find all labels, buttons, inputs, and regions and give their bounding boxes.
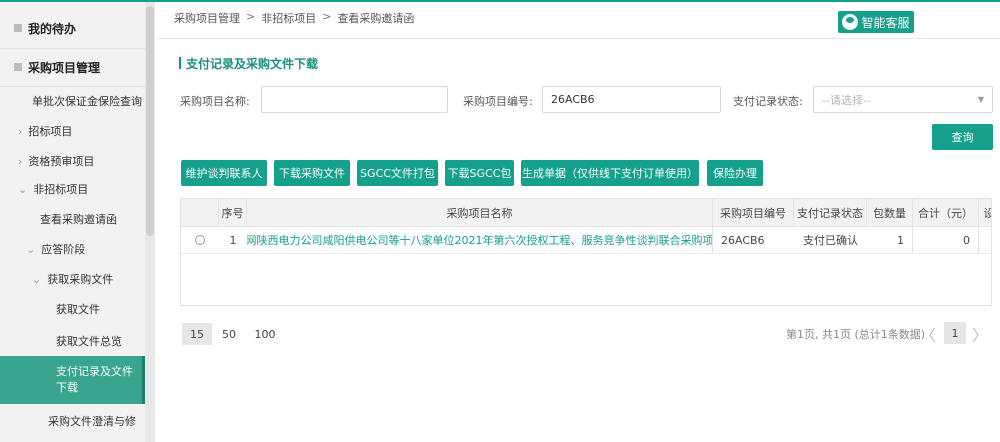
download-docs-button[interactable]: 下载采购文件 [274, 160, 350, 186]
menu-square-icon [14, 24, 22, 32]
table-header: 序号 采购项目名称 采购项目编号 支付记录状态 包数量 合计（元） 设 [181, 199, 992, 227]
breadcrumb-item[interactable]: 非招标项目 [261, 10, 316, 26]
header-total: 合计（元） [913, 199, 979, 226]
page-size-50[interactable]: 50 [220, 323, 238, 345]
chevron-right-icon: › [18, 154, 23, 168]
sidebar-item-clarification[interactable]: 采购文件澄清与修 [0, 406, 145, 436]
sidebar-item-file-overview[interactable]: 获取文件总览 [0, 326, 145, 356]
payment-status-placeholder: --请选择-- [822, 93, 871, 107]
download-sgcc-button[interactable]: 下载SGCC包 [445, 160, 514, 186]
row-index: 1 [229, 233, 237, 247]
header-project-name: 采购项目名称 [247, 199, 713, 226]
customer-service-icon [842, 14, 859, 30]
header-truncated: 设 [979, 199, 992, 226]
sidebar-item-non-tender[interactable]: ⌄ 非招标项目 [0, 174, 145, 204]
chevron-right-icon: › [18, 124, 23, 138]
generate-receipt-button[interactable]: 生成单据（仅供线下支付订单使用） [521, 160, 699, 186]
sgcc-pack-button[interactable]: SGCC文件打包 [357, 160, 438, 186]
breadcrumb-separator: > [322, 10, 332, 23]
prev-page-icon[interactable]: 〈 [920, 322, 936, 346]
maintain-contact-button[interactable]: 维护谈判联系人 [181, 160, 267, 186]
chevron-down-icon: ⌄ [18, 182, 28, 196]
sidebar-item-label: 获取文件 [56, 303, 100, 316]
sidebar-item-label: 支付记录及文件下载 [56, 365, 133, 394]
sidebar-item-tender[interactable]: › 招标项目 [0, 116, 145, 146]
page-size-15[interactable]: 15 [182, 323, 212, 345]
sidebar-item-deposit-query[interactable]: 单批次保证金保险查询 [0, 86, 145, 116]
sidebar-item-procurement[interactable]: 采购项目管理 [0, 48, 145, 86]
breadcrumb: 采购项目管理 > 非招标项目 > 查看采购邀请函 [174, 10, 414, 26]
project-code-label: 采购项目编号: [463, 95, 533, 108]
row-project-name-link[interactable]: 国网陕西电力公司咸阳供电公司等十八家单位2021年第六次授权工程、服务竞争性谈判… [247, 227, 713, 253]
payment-status-label: 支付记录状态: [733, 95, 803, 108]
row-total: 0 [913, 227, 979, 253]
sidebar-item-label: 获取文件总览 [56, 335, 122, 348]
radio-button[interactable] [195, 235, 205, 245]
insurance-button[interactable]: 保险办理 [707, 160, 763, 186]
sidebar: 我的待办 采购项目管理 单批次保证金保险查询 › 招标项目 › 资格预审项目 ⌄… [0, 2, 155, 442]
sidebar-item-my-todo[interactable]: 我的待办 [0, 8, 145, 48]
sidebar-item-label: 单批次保证金保险查询 [32, 95, 142, 108]
sidebar-item-payment-download[interactable]: 支付记录及文件下载 [0, 356, 145, 404]
sidebar-item-label: 我的待办 [28, 21, 77, 36]
sidebar-item-label: 获取采购文件 [47, 273, 114, 286]
chevron-down-icon: ⌄ [26, 242, 36, 256]
sidebar-item-response-stage[interactable]: ⌄ 应答阶段 [0, 234, 145, 264]
sidebar-scrollbar-thumb[interactable] [146, 6, 154, 236]
row-project-code: 26ACB6 [721, 233, 765, 247]
query-button[interactable]: 查询 [932, 124, 993, 150]
sidebar-item-label: 资格预审项目 [28, 155, 95, 168]
customer-service-button[interactable]: 智能客服 [838, 11, 914, 33]
header-divider [158, 38, 1000, 39]
sidebar-item-invitation[interactable]: 查看采购邀请函 [0, 204, 145, 234]
sidebar-item-get-file[interactable]: 获取文件 [0, 294, 145, 324]
customer-service-label: 智能客服 [861, 15, 910, 30]
section-title: 支付记录及采购文件下载 [179, 55, 318, 72]
row-payment-status: 支付已确认 [803, 234, 858, 247]
table-row[interactable]: 1 国网陕西电力公司咸阳供电公司等十八家单位2021年第六次授权工程、服务竞争性… [181, 227, 991, 254]
payment-status-select[interactable]: --请选择-- ▼ [813, 86, 993, 113]
header-project-code: 采购项目编号 [713, 199, 794, 226]
sidebar-item-get-docs[interactable]: ⌄ 获取采购文件 [0, 264, 145, 294]
breadcrumb-separator: > [246, 10, 256, 23]
sidebar-item-label: 采购项目管理 [28, 60, 101, 75]
sidebar-item-label: 非招标项目 [33, 183, 89, 196]
data-table: 序号 采购项目名称 采购项目编号 支付记录状态 包数量 合计（元） 设 1 国网… [180, 198, 992, 306]
row-select[interactable] [181, 227, 219, 253]
sidebar-item-label: 招标项目 [28, 125, 73, 138]
header-select [181, 199, 219, 226]
sidebar-item-prequalification[interactable]: › 资格预审项目 [0, 146, 145, 176]
sidebar-item-label: 应答阶段 [41, 243, 86, 256]
sidebar-item-label: 查看采购邀请函 [40, 213, 117, 226]
page-number-current[interactable]: 1 [944, 322, 966, 344]
pagination-info: 第1页, 共1页 (总计1条数据) [786, 328, 926, 341]
breadcrumb-item[interactable]: 查看采购邀请函 [337, 10, 414, 26]
project-name-label: 采购项目名称: [180, 95, 250, 108]
header-package-count: 包数量 [867, 199, 913, 226]
chevron-down-icon: ▼ [977, 95, 984, 104]
next-page-icon[interactable]: 〉 [972, 322, 988, 346]
chevron-down-icon: ⌄ [32, 272, 42, 286]
breadcrumb-item[interactable]: 采购项目管理 [174, 10, 240, 26]
header-index: 序号 [219, 199, 247, 226]
sidebar-item-label: 采购文件澄清与修 [48, 415, 136, 428]
row-package-count: 1 [867, 227, 913, 253]
project-name-input[interactable] [261, 86, 448, 113]
header-payment-status: 支付记录状态 [794, 199, 867, 226]
menu-square-icon [14, 63, 22, 71]
page-size-100[interactable]: 100 [252, 323, 278, 345]
project-code-input[interactable]: 26ACB6 [542, 86, 721, 113]
